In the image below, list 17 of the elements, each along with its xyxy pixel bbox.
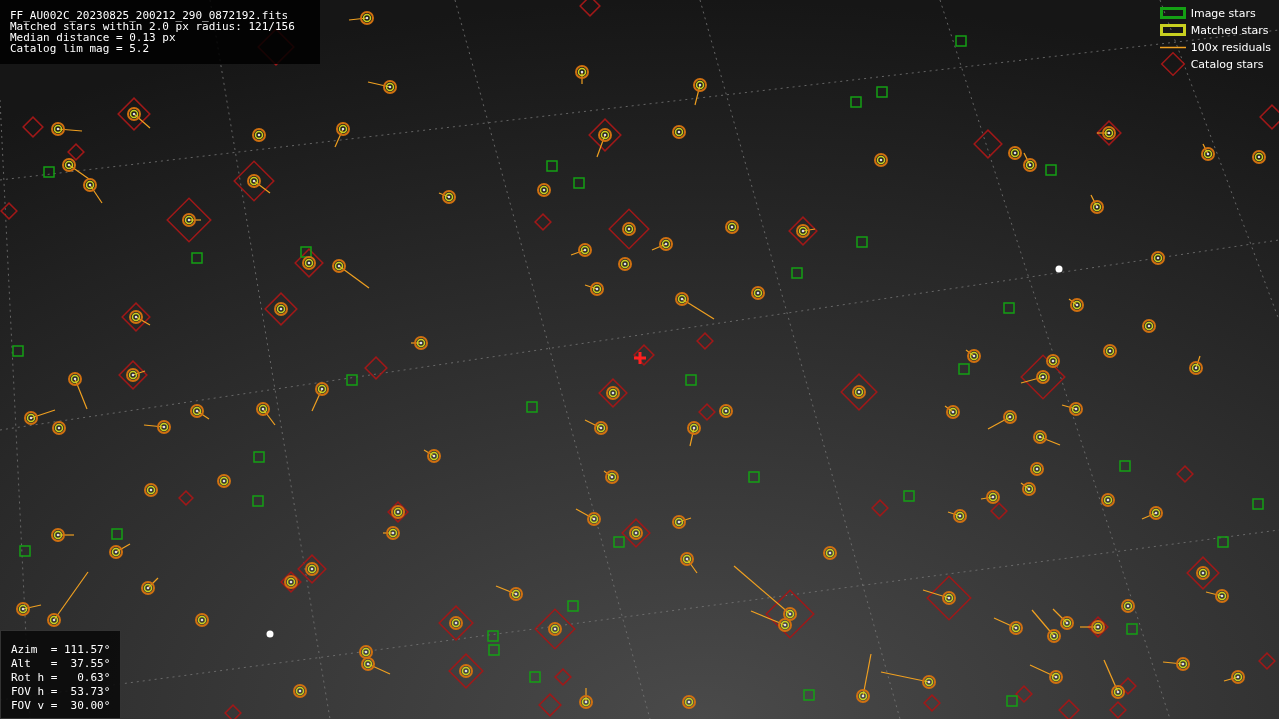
legend-diamond-icon xyxy=(1159,51,1186,77)
pointing-line: FOV h = 53.73° xyxy=(11,685,111,699)
pointing-line: Alt = 37.55° xyxy=(11,657,111,671)
pointing-line: FOV v = 30.00° xyxy=(11,699,111,713)
legend-label: Matched stars xyxy=(1190,23,1269,37)
info-line: Catalog lim mag = 5.2 xyxy=(10,43,151,54)
legend-outline-rectangle-icon xyxy=(1159,24,1186,36)
pointing-line: Azim = 111.57° xyxy=(11,643,111,657)
legend-line-icon xyxy=(1159,45,1186,49)
legend-label: 100x residuals xyxy=(1190,40,1271,54)
pointing-line: Rot h = 0.63° xyxy=(11,671,111,685)
info-line: Median distance = 0.13 px xyxy=(10,32,176,43)
legend-label: Catalog stars xyxy=(1190,57,1264,71)
info-line: FF_AU002C_20230825_200212_290_0872192.fits xyxy=(10,10,290,21)
legend-rectangle-icon xyxy=(1159,7,1186,19)
legend-label: Image stars xyxy=(1190,6,1256,20)
info-line: Matched stars within 2.0 px radius: 121/156 xyxy=(10,21,296,32)
